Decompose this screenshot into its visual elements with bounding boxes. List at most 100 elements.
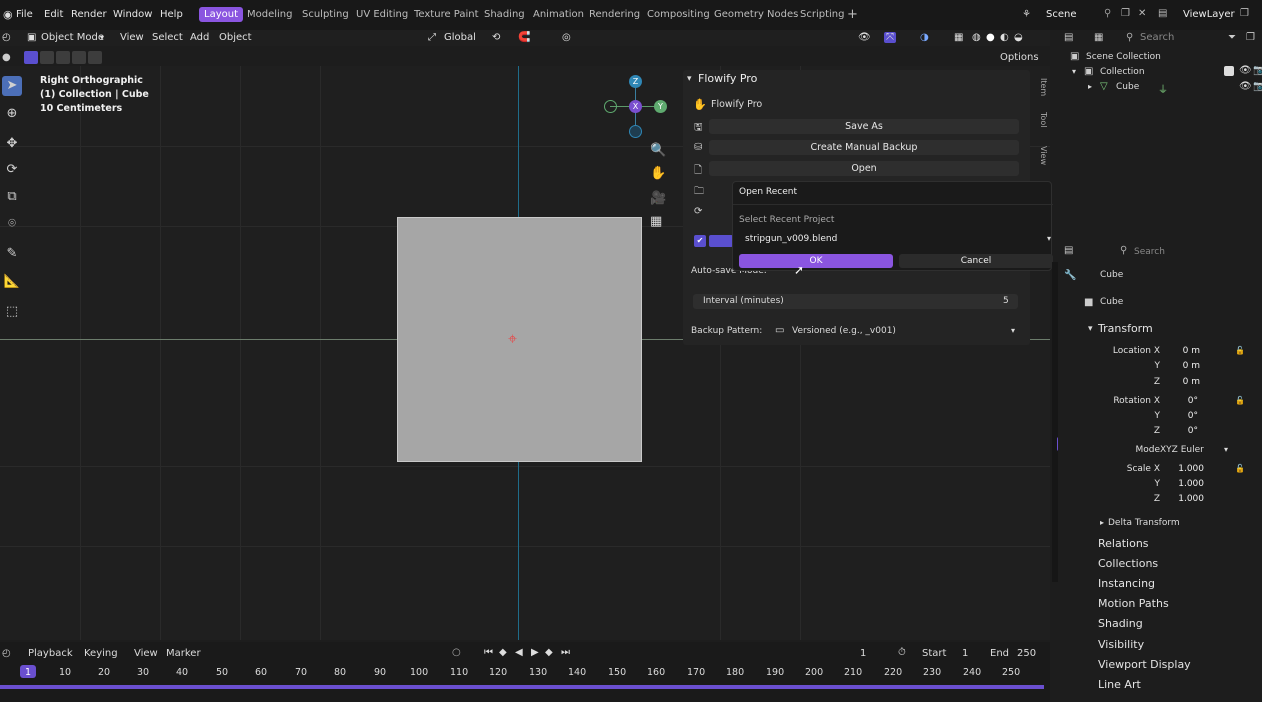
lock-icon[interactable]: 🔓 [1235,464,1245,473]
line-art-section[interactable]: Line Art [1098,678,1141,691]
camera-icon[interactable]: 📷 [1253,81,1262,92]
save-as-button[interactable]: Save As [709,119,1019,134]
scale-x-field[interactable]: 1.000 [1158,464,1204,474]
collection-item[interactable]: Collection [1100,67,1145,77]
delta-transform-section[interactable]: Delta Transform [1108,518,1180,528]
pan-hand-icon[interactable]: ✋ [650,166,666,181]
tab-uv-editing[interactable]: UV Editing [356,9,408,20]
gizmo-x-handle[interactable]: X [629,100,642,113]
tab-rendering[interactable]: Rendering [589,9,640,20]
current-frame-field[interactable]: 1 [860,648,866,659]
overlays-icon[interactable]: ◑ [920,32,929,43]
shading-section[interactable]: Shading [1098,617,1143,630]
transform-section[interactable]: Transform [1098,322,1153,335]
expand-icon[interactable]: ▾ [1072,67,1076,76]
camera-view-icon[interactable]: 🎥 [650,191,666,206]
lock-icon[interactable]: 🔓 [1235,396,1245,405]
panel-collapse-icon[interactable]: ▾ [687,74,692,84]
rotate-tool-icon[interactable]: ⟳ [2,160,22,180]
expand-icon[interactable]: ▾ [1088,324,1093,334]
new-collection-icon[interactable]: ❐ [1246,32,1255,43]
tab-item[interactable]: Item [1036,78,1048,96]
proportional-icon[interactable]: ◎ [562,32,571,43]
cube-outliner-item[interactable]: Cube [1116,82,1139,92]
eye-icon[interactable]: 👁 [1239,65,1252,76]
overlay-visibility-icon[interactable]: 👁 [858,32,871,43]
timeline-editor-icon[interactable]: ◴ [2,648,11,659]
material-shading-icon[interactable]: ◐ [1000,32,1009,43]
zoom-icon[interactable]: 🔍 [650,143,666,158]
menu-keying[interactable]: Keying [84,648,118,659]
viewlayer-icon[interactable]: ▤ [1158,8,1167,19]
gizmo-toggle-icon[interactable]: ⤧ [884,32,896,43]
object-mode-dropdown[interactable]: Object Mode [41,32,104,43]
next-keyframe-icon[interactable]: ◆ [545,647,553,658]
rotation-mode-dropdown[interactable]: XYZ Euler [1160,445,1204,455]
add-cube-tool-icon[interactable]: ⬚ [2,302,22,322]
outliner-editor-icon[interactable]: ▤ [1064,32,1073,43]
menu-help[interactable]: Help [160,9,183,20]
select-box-tool-icon[interactable]: ➤ [2,76,22,96]
tab-layout[interactable]: Layout [199,7,243,22]
tab-view[interactable]: View [1036,146,1048,165]
xray-icon[interactable]: ▦ [954,32,963,43]
cursor-tool-icon[interactable]: ⊕ [2,104,22,124]
tab-shading[interactable]: Shading [484,9,525,20]
scene-selector[interactable]: Scene [1046,9,1077,20]
delete-scene-icon[interactable]: ✕ [1138,8,1146,19]
add-workspace-icon[interactable]: + [847,7,858,22]
scale-tool-icon[interactable]: ⧉ [2,187,22,207]
instancing-section[interactable]: Instancing [1098,577,1155,590]
tab-scripting[interactable]: Scripting [800,9,844,20]
transform-orientation-dropdown[interactable]: Global [444,32,476,43]
menu-render[interactable]: Render [71,9,107,20]
expand-icon[interactable]: ▸ [1088,82,1092,91]
ok-button[interactable]: OK [739,254,893,268]
viewlayer-selector[interactable]: ViewLayer [1183,9,1235,20]
menu-window[interactable]: Window [113,9,152,20]
editor-type-icon[interactable]: ◴ [2,32,11,43]
cube-object[interactable] [397,217,642,462]
pivot-icon[interactable]: ⟲ [492,32,500,43]
autosave-toggle[interactable] [709,235,733,247]
menu-edit[interactable]: Edit [44,9,63,20]
location-x-field[interactable]: 0 m [1158,346,1200,356]
tab-animation[interactable]: Animation [533,9,584,20]
expand-icon[interactable]: ▸ [1100,518,1104,527]
scene-collection-item[interactable]: Scene Collection [1086,52,1161,62]
new-scene-icon[interactable]: ❐ [1121,8,1130,19]
relations-section[interactable]: Relations [1098,537,1149,550]
record-icon[interactable]: ○ [452,647,461,658]
tab-modeling[interactable]: Modeling [247,9,293,20]
menu-view[interactable]: View [134,648,158,659]
clock-icon[interactable]: ⏱ [898,647,906,658]
wireframe-shading-icon[interactable]: ◍ [972,32,981,43]
gizmo-neg-z-handle[interactable] [629,125,642,138]
options-dropdown[interactable]: Options [1000,52,1039,63]
menu-file[interactable]: File [16,9,33,20]
gizmo-z-handle[interactable]: Z [629,75,642,88]
rotation-x-field[interactable]: 0° [1158,396,1198,406]
tab-geometry-nodes[interactable]: Geometry Nodes [714,9,798,20]
annotate-tool-icon[interactable]: ✎ [2,244,22,264]
new-viewlayer-icon[interactable]: ❐ [1240,8,1249,19]
menu-select[interactable]: Select [152,32,183,43]
menu-add[interactable]: Add [190,32,209,43]
gizmo-y-handle[interactable]: Y [654,100,667,113]
end-frame-field[interactable]: 250 [1017,648,1036,659]
scale-y-field[interactable]: 1.000 [1158,479,1204,489]
recent-file-dropdown[interactable]: stripgun_v009.blend [745,234,837,244]
select-extend-icon[interactable] [40,51,54,64]
menu-object[interactable]: Object [219,32,252,43]
select-new-icon[interactable] [24,51,38,64]
autosave-checkbox[interactable]: ✔ [694,235,706,247]
cancel-button[interactable]: Cancel [899,254,1053,268]
jump-start-icon[interactable]: ⏮ [484,647,493,658]
tab-sculpting[interactable]: Sculpting [302,9,349,20]
collections-section[interactable]: Collections [1098,557,1158,570]
solid-shading-icon[interactable]: ● [986,32,995,43]
move-tool-icon[interactable]: ✥ [2,134,22,154]
properties-editor-icon[interactable]: ▤ [1064,245,1073,256]
motion-paths-section[interactable]: Motion Paths [1098,597,1169,610]
collection-checkbox[interactable] [1224,66,1234,76]
